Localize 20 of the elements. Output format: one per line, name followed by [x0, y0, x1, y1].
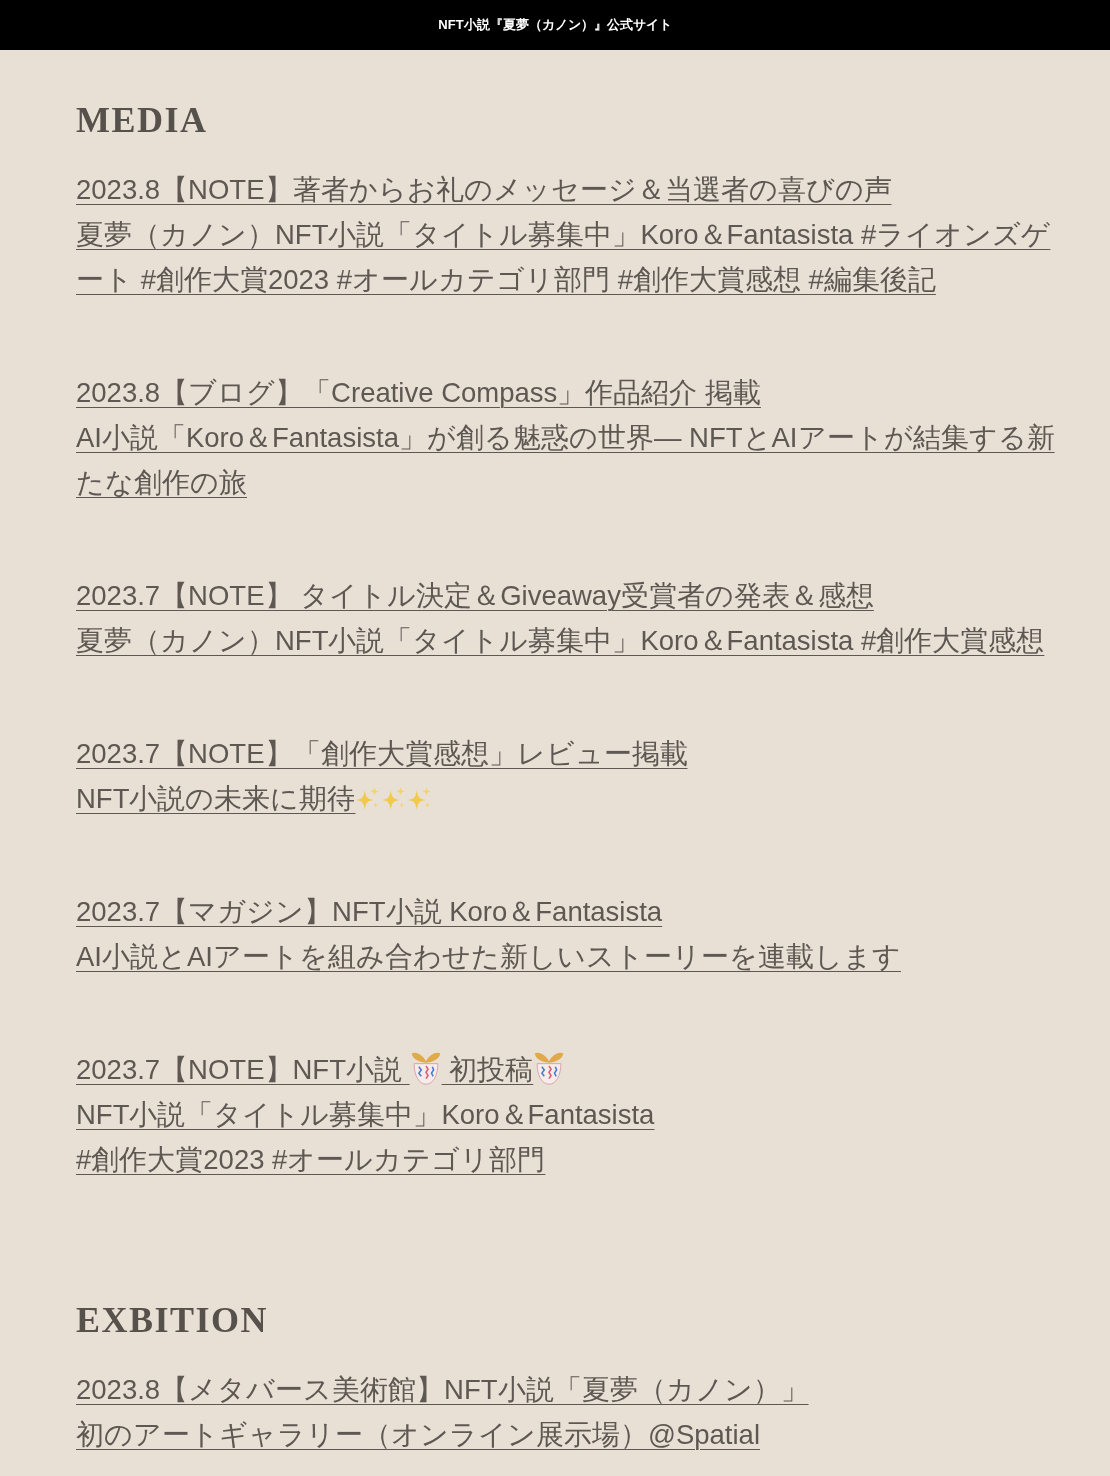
article-link[interactable]: 2023.8【ブログ】「Creative Compass」作品紹介 掲載: [76, 370, 761, 415]
article-link[interactable]: 夏夢（カノン）NFT小説「タイトル募集中」Koro＆Fantasista #ライオンズゲート #創作大賞2023 #オールカテゴリ部門 #創作大賞感想 #編集後記: [76, 212, 1058, 302]
article-link[interactable]: NFT小説の未来に期待: [76, 776, 434, 821]
article-link[interactable]: 2023.7【NOTE】NFT小説 初投稿: [76, 1047, 566, 1092]
article-link[interactable]: 2023.7【NOTE】「創作大賞感想」レビュー掲載: [76, 731, 688, 776]
article-link[interactable]: 2023.8【NOTE】著者からお礼のメッセージ＆当選者の喜びの声: [76, 167, 892, 212]
confetti-ball-icon: [409, 1051, 442, 1085]
article-link[interactable]: AI小説とAIアートを組み合わせた新しいストーリーを連載します: [76, 934, 901, 979]
confetti-ball-icon: [533, 1051, 566, 1085]
article-link[interactable]: 夏夢（カノン）NFT小説「タイトル募集中」Koro＆Fantasista #創作大賞感想: [76, 618, 1045, 663]
article-link[interactable]: 2023.7【マガジン】NFT小説 Koro＆Fantasista: [76, 889, 663, 934]
article-link[interactable]: AI小説「Koro＆Fantasista」が創る魅惑の世界― NFTとAIアートが結集する新たな創作の旅: [76, 415, 1058, 505]
section-heading: EXBITION: [76, 1299, 269, 1342]
article-link[interactable]: 初のアートギャラリー（オンライン展示場）@Spatial: [76, 1412, 760, 1457]
article-link[interactable]: 2023.8【メタバース美術館】NFT小説「夏夢（カノン）」: [76, 1367, 809, 1412]
article-link[interactable]: NFT小説「タイトル募集中」Koro＆Fantasista: [76, 1092, 655, 1137]
article-link[interactable]: 2023.7【NOTE】 タイトル決定＆Giveaway受賞者の発表＆感想: [76, 573, 874, 618]
section-heading: MEDIA: [76, 99, 208, 142]
article-link[interactable]: #創作大賞2023 #オールカテゴリ部門: [76, 1137, 546, 1182]
site-title: NFT小説『夏夢（カノン）』公式サイト: [438, 16, 672, 35]
